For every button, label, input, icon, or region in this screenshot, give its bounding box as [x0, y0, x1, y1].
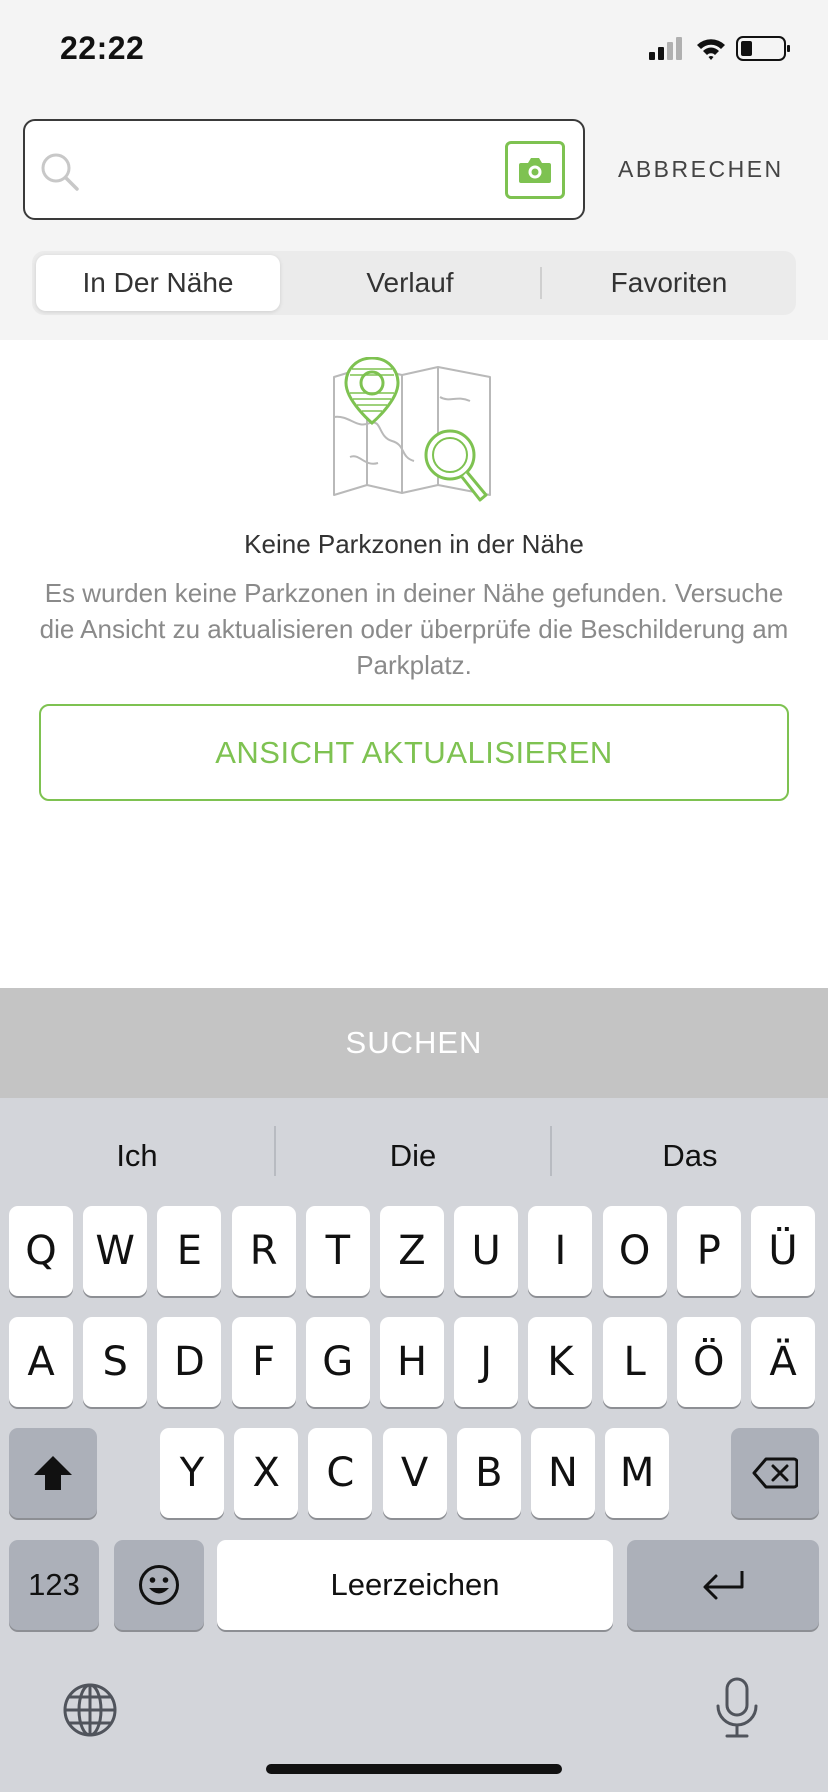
key-q[interactable]: Q [9, 1206, 73, 1296]
emoji-icon [139, 1565, 179, 1605]
cellular-signal-icon [649, 37, 682, 60]
key-c[interactable]: C [308, 1428, 373, 1518]
battery-icon [736, 36, 790, 61]
key-g[interactable]: G [305, 1317, 370, 1407]
key-a[interactable]: A [9, 1317, 73, 1407]
key-o[interactable]: O [602, 1206, 667, 1296]
search-input[interactable] [23, 119, 585, 220]
camera-icon [519, 158, 551, 183]
status-time: 22:22 [60, 30, 145, 66]
backspace-key[interactable] [731, 1428, 819, 1518]
return-key[interactable] [627, 1540, 819, 1630]
suggestion-2[interactable]: Die [276, 1126, 550, 1186]
search-icon [41, 153, 79, 191]
key-w[interactable]: W [83, 1206, 148, 1296]
refresh-view-button[interactable]: ANSICHT AKTUALISIEREN [39, 704, 789, 801]
key-b[interactable]: B [456, 1428, 521, 1518]
key-u[interactable]: U [454, 1206, 519, 1296]
key-x[interactable]: X [234, 1428, 299, 1518]
home-indicator [266, 1764, 562, 1774]
numbers-key[interactable]: 123 [9, 1540, 99, 1630]
return-icon [703, 1571, 744, 1600]
space-key[interactable]: Leerzeichen [217, 1540, 613, 1630]
backspace-icon [752, 1457, 798, 1489]
search-submit-button[interactable]: SUCHEN [0, 988, 828, 1098]
key-j[interactable]: J [454, 1317, 519, 1407]
key-t[interactable]: T [305, 1206, 370, 1296]
key-s[interactable]: S [83, 1317, 148, 1407]
map-search-illustration-icon [333, 357, 491, 502]
key-ö[interactable]: Ö [676, 1317, 741, 1407]
tab-bar: In Der Nähe Verlauf Favoriten [32, 251, 796, 315]
empty-state-description: Es wurden keine Parkzonen in deiner Nähe… [39, 578, 789, 680]
suggestion-1[interactable]: Ich [0, 1126, 274, 1186]
key-r[interactable]: R [231, 1206, 296, 1296]
key-h[interactable]: H [380, 1317, 444, 1407]
key-y[interactable]: Y [160, 1428, 224, 1518]
shift-key[interactable] [9, 1428, 97, 1518]
shift-icon [34, 1456, 72, 1490]
microphone-icon[interactable] [714, 1676, 760, 1740]
camera-scan-button[interactable] [505, 141, 565, 199]
key-ü[interactable]: Ü [751, 1206, 815, 1296]
keyboard: Ich Die Das QWERTZUIOPÜ ASDFGHJKLÖÄ YXCV… [0, 1098, 828, 1792]
key-e[interactable]: E [157, 1206, 222, 1296]
key-z[interactable]: Z [380, 1206, 444, 1296]
key-l[interactable]: L [602, 1317, 667, 1407]
globe-icon[interactable] [62, 1682, 118, 1738]
key-ä[interactable]: Ä [751, 1317, 815, 1407]
wifi-icon [697, 39, 725, 60]
key-m[interactable]: M [605, 1428, 670, 1518]
emoji-key[interactable] [114, 1540, 204, 1630]
key-d[interactable]: D [157, 1317, 222, 1407]
tab-history[interactable]: Verlauf [282, 255, 538, 311]
tab-nearby[interactable]: In Der Nähe [36, 255, 280, 311]
key-f[interactable]: F [231, 1317, 296, 1407]
cancel-button[interactable]: ABBRECHEN [618, 156, 784, 183]
empty-state-title: Keine Parkzonen in der Nähe [244, 529, 584, 559]
tab-favorites[interactable]: Favoriten [542, 255, 796, 311]
status-icons [649, 36, 790, 61]
key-i[interactable]: I [528, 1206, 593, 1296]
top-area: 22:22 ABBRECHEN In Der Nähe Verlauf Favo… [0, 0, 828, 340]
key-v[interactable]: V [382, 1428, 447, 1518]
key-n[interactable]: N [531, 1428, 595, 1518]
key-p[interactable]: P [676, 1206, 741, 1296]
suggestion-3[interactable]: Das [552, 1126, 828, 1186]
key-k[interactable]: K [528, 1317, 593, 1407]
